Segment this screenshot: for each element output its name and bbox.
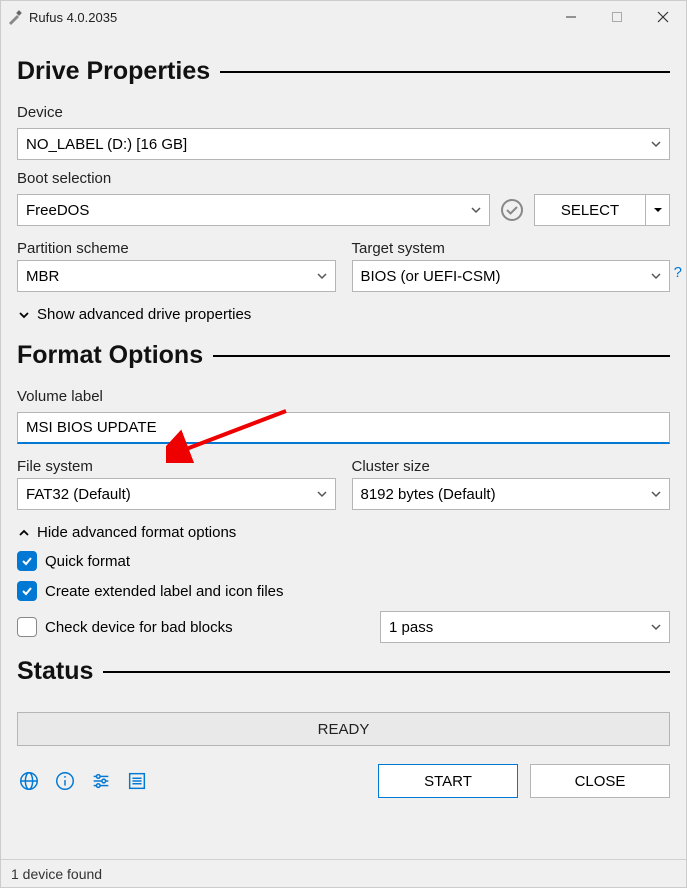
partition-scheme-label: Partition scheme xyxy=(17,240,336,257)
volume-label-label: Volume label xyxy=(17,388,670,405)
section-status: Status xyxy=(17,657,670,686)
select-button[interactable]: SELECT xyxy=(535,195,645,225)
check-circle-icon[interactable] xyxy=(500,198,524,222)
close-window-button[interactable] xyxy=(640,1,686,33)
extended-label-checkbox[interactable]: Create extended label and icon files xyxy=(17,581,670,601)
footer-status: 1 device found xyxy=(1,859,686,887)
chevron-down-icon xyxy=(17,309,31,321)
titlebar: Rufus 4.0.2035 xyxy=(1,1,686,33)
file-system-label: File system xyxy=(17,458,336,475)
chevron-up-icon xyxy=(17,527,31,539)
footer-text: 1 device found xyxy=(11,866,102,882)
usb-icon xyxy=(7,9,23,25)
help-icon[interactable]: ? xyxy=(674,264,682,281)
volume-label-input[interactable] xyxy=(17,412,670,444)
bad-blocks-label: Check device for bad blocks xyxy=(45,619,233,636)
advanced-drive-label: Show advanced drive properties xyxy=(37,306,251,323)
section-title: Format Options xyxy=(17,341,203,370)
cluster-size-select[interactable]: 8192 bytes (Default) xyxy=(352,478,671,510)
extended-label-label: Create extended label and icon files xyxy=(45,583,284,600)
language-icon[interactable] xyxy=(17,769,41,793)
close-button[interactable]: CLOSE xyxy=(530,764,670,798)
cluster-size-label: Cluster size xyxy=(352,458,671,475)
checkbox-checked-icon xyxy=(17,551,37,571)
advanced-format-toggle[interactable]: Hide advanced format options xyxy=(17,524,670,541)
partition-scheme-select[interactable]: MBR xyxy=(17,260,336,292)
maximize-button[interactable] xyxy=(594,1,640,33)
section-format-options: Format Options xyxy=(17,341,670,370)
section-divider xyxy=(213,355,670,357)
section-divider xyxy=(220,71,670,73)
bad-blocks-passes-select[interactable]: 1 pass xyxy=(380,611,670,643)
advanced-format-label: Hide advanced format options xyxy=(37,524,236,541)
section-divider xyxy=(103,671,670,673)
status-text: READY xyxy=(318,721,370,738)
window-title: Rufus 4.0.2035 xyxy=(29,10,117,25)
checkbox-checked-icon xyxy=(17,581,37,601)
device-label: Device xyxy=(17,104,670,121)
status-bar: READY xyxy=(17,712,670,746)
section-title: Status xyxy=(17,657,93,686)
boot-selection-select[interactable]: FreeDOS xyxy=(17,194,490,226)
target-system-label: Target system xyxy=(352,240,671,257)
log-icon[interactable] xyxy=(125,769,149,793)
section-title: Drive Properties xyxy=(17,57,210,86)
target-system-select[interactable]: BIOS (or UEFI-CSM) xyxy=(352,260,671,292)
minimize-button[interactable] xyxy=(548,1,594,33)
file-system-select[interactable]: FAT32 (Default) xyxy=(17,478,336,510)
settings-icon[interactable] xyxy=(89,769,113,793)
quick-format-checkbox[interactable]: Quick format xyxy=(17,551,670,571)
device-select[interactable]: NO_LABEL (D:) [16 GB] xyxy=(17,128,670,160)
boot-selection-label: Boot selection xyxy=(17,170,670,187)
section-drive-properties: Drive Properties xyxy=(17,57,670,86)
advanced-drive-toggle[interactable]: Show advanced drive properties xyxy=(17,306,670,323)
checkbox-unchecked-icon xyxy=(17,617,37,637)
select-dropdown-button[interactable] xyxy=(645,195,669,225)
quick-format-label: Quick format xyxy=(45,553,130,570)
select-button-group: SELECT xyxy=(534,194,670,226)
start-button[interactable]: START xyxy=(378,764,518,798)
bad-blocks-checkbox[interactable]: Check device for bad blocks xyxy=(17,617,364,637)
info-icon[interactable] xyxy=(53,769,77,793)
